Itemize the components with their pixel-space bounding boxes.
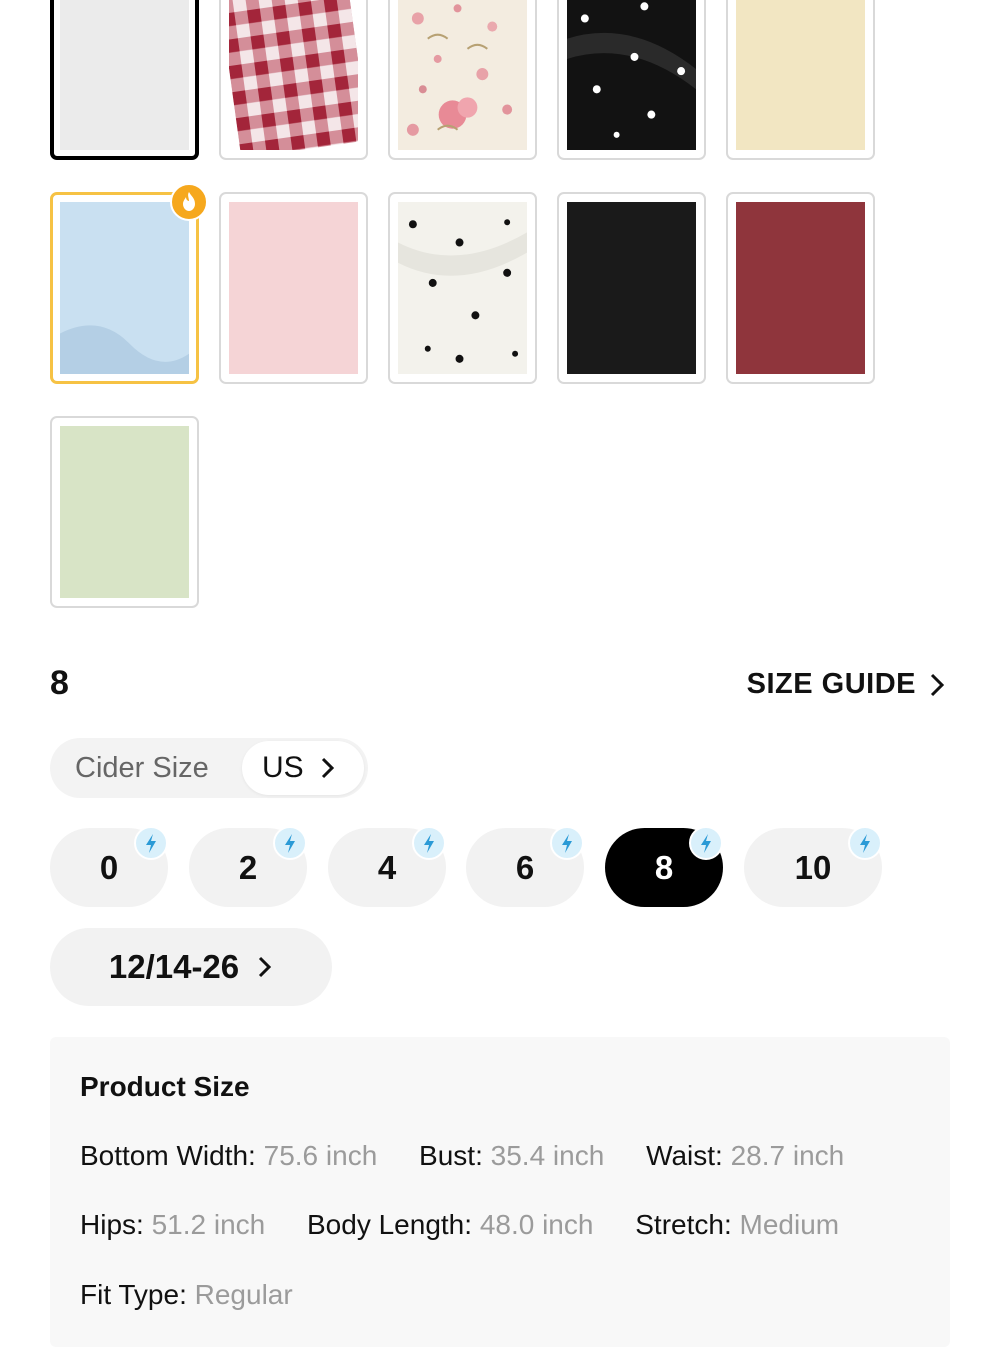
swatch-white[interactable] [50, 0, 199, 160]
swatch-cream[interactable] [726, 0, 875, 160]
size-option-2[interactable]: 2 [189, 826, 307, 907]
swatch-white-fill [60, 0, 189, 150]
swatch-black[interactable] [557, 192, 706, 384]
swatch-red-gingham[interactable] [219, 0, 368, 160]
swatch-cream-fill [736, 0, 865, 150]
product-size-row: Bottom Width: 75.6 inch Bust: 35.4 inch … [80, 1140, 878, 1172]
lightning-icon [412, 826, 446, 860]
size-guide-link[interactable]: SIZE GUIDE [747, 668, 946, 701]
swatch-pink-floral-fill [398, 0, 527, 150]
measurement-stretch: Stretch: Medium [635, 1209, 840, 1240]
swatch-black-polka-dot[interactable] [557, 0, 706, 160]
swatch-pink-fill [229, 202, 358, 374]
swatch-light-blue[interactable] [50, 183, 208, 384]
chevron-right-icon [930, 673, 945, 696]
size-system-value: US [262, 751, 304, 784]
measurement-fit-type: Fit Type: Regular [80, 1279, 293, 1310]
size-system-selector[interactable]: Cider Size US [50, 738, 368, 798]
chevron-right-icon [259, 956, 272, 978]
size-option-6[interactable]: 6 [466, 826, 584, 907]
measurement-hips: Hips: 51.2 inch [80, 1209, 266, 1240]
product-size-panel: Product Size Bottom Width: 75.6 inch Bus… [50, 1037, 950, 1347]
more-sizes-label: 12/14-26 [108, 948, 240, 985]
size-option-10[interactable]: 10 [744, 826, 882, 907]
size-option-8[interactable]: 8 [605, 826, 723, 907]
size-option-label: 10 [794, 848, 832, 886]
size-option-label: 0 [99, 848, 119, 886]
swatch-sage-green-fill [60, 426, 189, 598]
selected-size-label: 8 [50, 664, 69, 702]
measurement-bust: Bust: 35.4 inch [419, 1140, 605, 1171]
measurement-waist: Waist: 28.7 inch [646, 1140, 845, 1171]
swatch-pink[interactable] [219, 192, 368, 384]
size-system-label: Cider Size [75, 752, 209, 784]
swatch-white-polka-dot[interactable] [388, 192, 537, 384]
swatch-light-blue-fill [60, 202, 189, 374]
swatch-black-fill [567, 202, 696, 374]
more-sizes-button[interactable]: 12/14-26 [50, 928, 332, 1006]
swatch-white-polka-dot-fill [398, 202, 527, 374]
lightning-icon [689, 826, 723, 860]
size-option-0[interactable]: 0 [50, 826, 168, 907]
size-option-label: 4 [377, 848, 397, 886]
swatch-pink-floral[interactable] [388, 0, 537, 160]
product-size-title: Product Size [80, 1071, 250, 1102]
lightning-icon [848, 826, 882, 860]
lightning-icon [273, 826, 307, 860]
swatch-burgundy-fill [736, 202, 865, 374]
size-option-4[interactable]: 4 [328, 826, 446, 907]
size-system-us-button[interactable]: US [242, 741, 364, 795]
size-header: 8 SIZE GUIDE [50, 664, 950, 708]
measurement-bottom-width: Bottom Width: 75.6 inch [80, 1140, 378, 1171]
size-guide-label: SIZE GUIDE [746, 668, 916, 700]
product-size-row: Hips: 51.2 inch Body Length: 48.0 inch S… [80, 1209, 873, 1241]
size-option-label: 6 [515, 848, 535, 886]
size-option-label: 8 [654, 848, 674, 886]
fire-icon [170, 183, 208, 221]
chevron-right-icon [321, 757, 334, 779]
swatch-burgundy[interactable] [726, 192, 875, 384]
measurement-body-length: Body Length: 48.0 inch [307, 1209, 594, 1240]
swatch-red-gingham-fill [229, 0, 358, 150]
swatch-black-polka-dot-fill [567, 0, 696, 150]
swatch-sage-green[interactable] [50, 416, 199, 608]
lightning-icon [550, 826, 584, 860]
lightning-icon [134, 826, 168, 860]
size-option-label: 2 [238, 848, 258, 886]
product-size-row: Fit Type: Regular [80, 1279, 327, 1311]
